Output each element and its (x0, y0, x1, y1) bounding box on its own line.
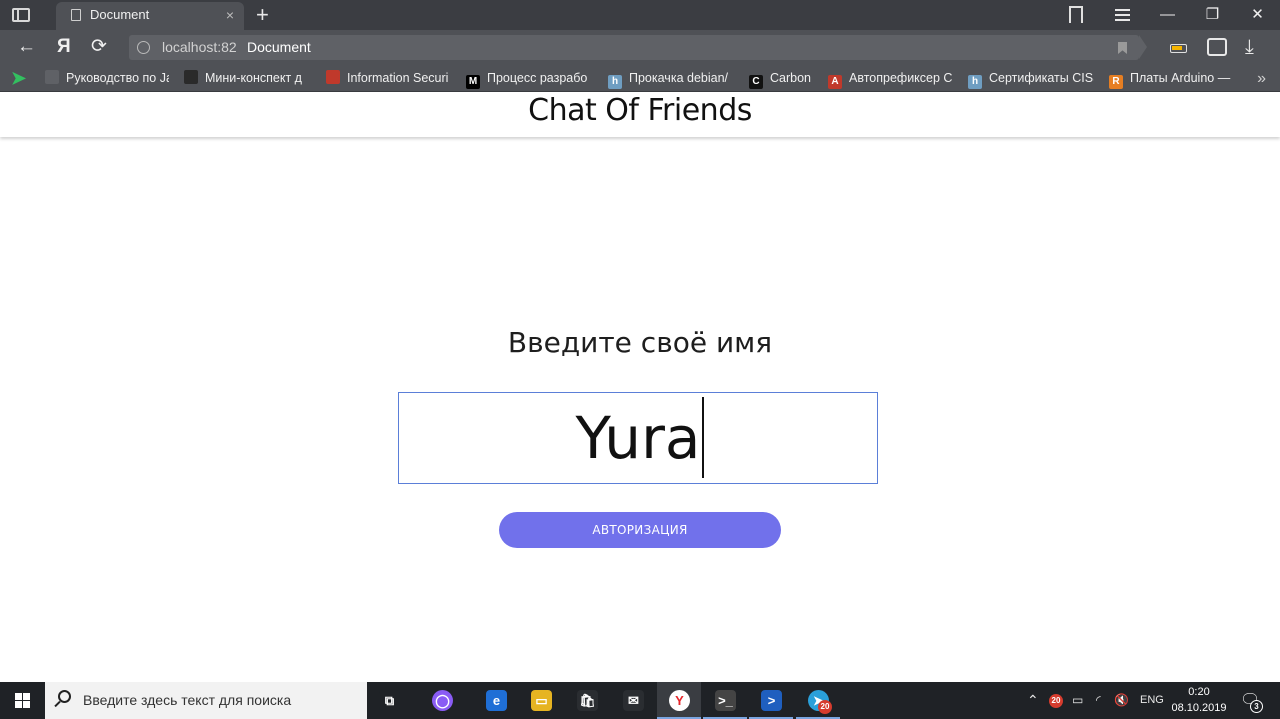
bookmarks-more-icon[interactable]: » (1257, 65, 1266, 92)
bookmark-label: Платы Arduino — (1130, 71, 1231, 85)
taskbar-app-yandex-browser[interactable]: Y (657, 682, 701, 719)
window-controls: — ❐ ✕ (1145, 0, 1280, 30)
bookmarks-bar: ➤ Руководство по Ja Мини-конспект д Inform… (0, 65, 1280, 92)
bookmark-item[interactable]: h Прокачка debian/ (608, 65, 734, 92)
tray-app-icon[interactable]: 20 (1048, 682, 1064, 719)
taskbar-app-file-explorer[interactable]: ▭ (519, 682, 563, 719)
bookmark-label: Руководство по Ja (66, 71, 169, 85)
doc-icon (45, 70, 59, 84)
bookmark-label: Сертификаты CISS (989, 71, 1094, 85)
avatar-icon (184, 70, 198, 84)
download-icon[interactable]: ⤓ (1245, 36, 1254, 58)
medium-icon: M (466, 75, 480, 89)
address-bar-tip (1139, 35, 1147, 59)
name-input[interactable] (398, 392, 878, 484)
taskbar-app-mail[interactable]: ✉ (611, 682, 655, 719)
reload-button[interactable]: ⟳ (91, 34, 107, 60)
tray-chevron-icon[interactable]: ⌃ (1027, 682, 1039, 719)
taskbar-app-terminal[interactable]: >_ (703, 682, 747, 719)
bookmarks-manager-icon[interactable] (1069, 6, 1083, 23)
mail-icon: ✉ (623, 690, 644, 711)
edge-icon: e (486, 690, 507, 711)
globe-icon (137, 41, 150, 54)
page-title: Chat Of Friends (528, 93, 752, 128)
bookmark-label: Процесс разрабо (487, 71, 588, 85)
tab-title: Document (90, 7, 150, 22)
browser-navbar: ← Я ⟳ localhost:82 Document ⤓ (0, 30, 1280, 65)
taskbar-app-store[interactable]: 🛍 (565, 682, 609, 719)
bookmark-label: Автопрефиксер С (849, 71, 953, 85)
sidebar-toggle-icon[interactable] (12, 8, 30, 22)
address-bar[interactable]: localhost:82 Document (129, 35, 1139, 60)
wifi-icon[interactable]: ◜ (1096, 682, 1101, 719)
task-view-icon: ⧉ (379, 690, 400, 711)
close-window-button[interactable]: ✕ (1235, 0, 1280, 30)
bookmark-item[interactable]: Мини-конспект д (184, 65, 312, 92)
notifications-count: 3 (1250, 700, 1263, 713)
bookmark-flag-icon[interactable] (1118, 42, 1127, 54)
tray-badge: 20 (1049, 694, 1063, 708)
bookmark-item[interactable]: M Процесс разрабо (466, 65, 592, 92)
taskbar-app-powershell[interactable]: > (749, 682, 793, 719)
alice-icon: ◯ (432, 690, 453, 711)
browser-titlebar: Document × + — ❐ ✕ (0, 0, 1280, 30)
clock[interactable]: 0:20 08.10.2019 (1166, 684, 1232, 716)
bookmark-item[interactable]: Information Securi (326, 65, 452, 92)
taskbar-app-alice[interactable]: ◯ (420, 682, 464, 719)
yandex-browser-icon: Y (669, 690, 690, 711)
windows-taskbar: Введите здесь текст для поиска ⧉ ◯ e ▭ 🛍 ✉ Y >_… (0, 682, 1280, 719)
restore-button[interactable]: ❐ (1190, 0, 1235, 30)
clock-date: 08.10.2019 (1171, 702, 1227, 714)
taskbar-search[interactable]: Введите здесь текст для поиска (45, 682, 367, 719)
text-caret (702, 397, 704, 478)
battery-saver-icon[interactable] (1170, 44, 1187, 53)
terminal-icon: >_ (715, 690, 736, 711)
page-header: Chat Of Friends (0, 92, 1280, 137)
habr-icon: h (608, 75, 622, 89)
bookmark-label: Carbon (770, 71, 811, 85)
authorize-button[interactable]: АВТОРИЗАЦИЯ (499, 512, 781, 548)
volume-muted-icon[interactable]: 🔇 (1114, 682, 1129, 719)
translate-icon[interactable] (1207, 38, 1227, 56)
arduino-icon: R (1109, 75, 1123, 89)
clock-time: 0:20 (1188, 686, 1210, 698)
bookmark-item[interactable]: C Carbon (749, 65, 817, 92)
hamburger-menu-icon[interactable] (1115, 9, 1130, 21)
language-indicator[interactable]: ENG (1140, 682, 1164, 719)
battery-icon[interactable]: ▭ (1072, 682, 1083, 719)
red-arrow-icon (326, 70, 340, 84)
document-icon (71, 9, 81, 21)
taskbar-app-telegram[interactable]: ➤ 20 (796, 682, 840, 719)
telegram-badge: 20 (818, 700, 832, 714)
search-icon (58, 690, 71, 703)
carbon-icon: C (749, 75, 763, 89)
yandex-logo-icon[interactable]: Я (57, 34, 71, 60)
autoprefixer-icon: A (828, 75, 842, 89)
bookmark-label: Мини-конспект д (205, 71, 302, 85)
tab-close-icon[interactable]: × (226, 2, 234, 28)
bookmarks-arrow-icon[interactable]: ➤ (11, 68, 26, 88)
powershell-icon: > (761, 690, 782, 711)
habr-icon: h (968, 75, 982, 89)
search-placeholder: Введите здесь текст для поиска (83, 692, 292, 708)
bookmark-item[interactable]: R Платы Arduino — (1109, 65, 1232, 92)
taskbar-app-task-view[interactable]: ⧉ (367, 682, 411, 719)
start-button[interactable] (0, 682, 45, 719)
bookmark-item[interactable]: Руководство по Ja (45, 65, 169, 92)
new-tab-button[interactable]: + (256, 1, 269, 29)
back-button[interactable]: ← (17, 34, 36, 60)
address-host: localhost:82 (162, 39, 237, 55)
name-label: Введите своё имя (507, 326, 773, 359)
store-icon: 🛍 (577, 690, 598, 711)
file-explorer-icon: ▭ (531, 690, 552, 711)
bookmark-item[interactable]: A Автопрефиксер С (828, 65, 953, 92)
minimize-button[interactable]: — (1145, 0, 1190, 30)
bookmark-item[interactable]: h Сертификаты CISS (968, 65, 1094, 92)
tab-document[interactable]: Document × (56, 2, 244, 30)
taskbar-app-edge[interactable]: e (474, 682, 518, 719)
bookmark-label: Information Securi (347, 71, 449, 85)
address-page-title: Document (247, 39, 311, 55)
bookmark-label: Прокачка debian/ (629, 71, 728, 85)
